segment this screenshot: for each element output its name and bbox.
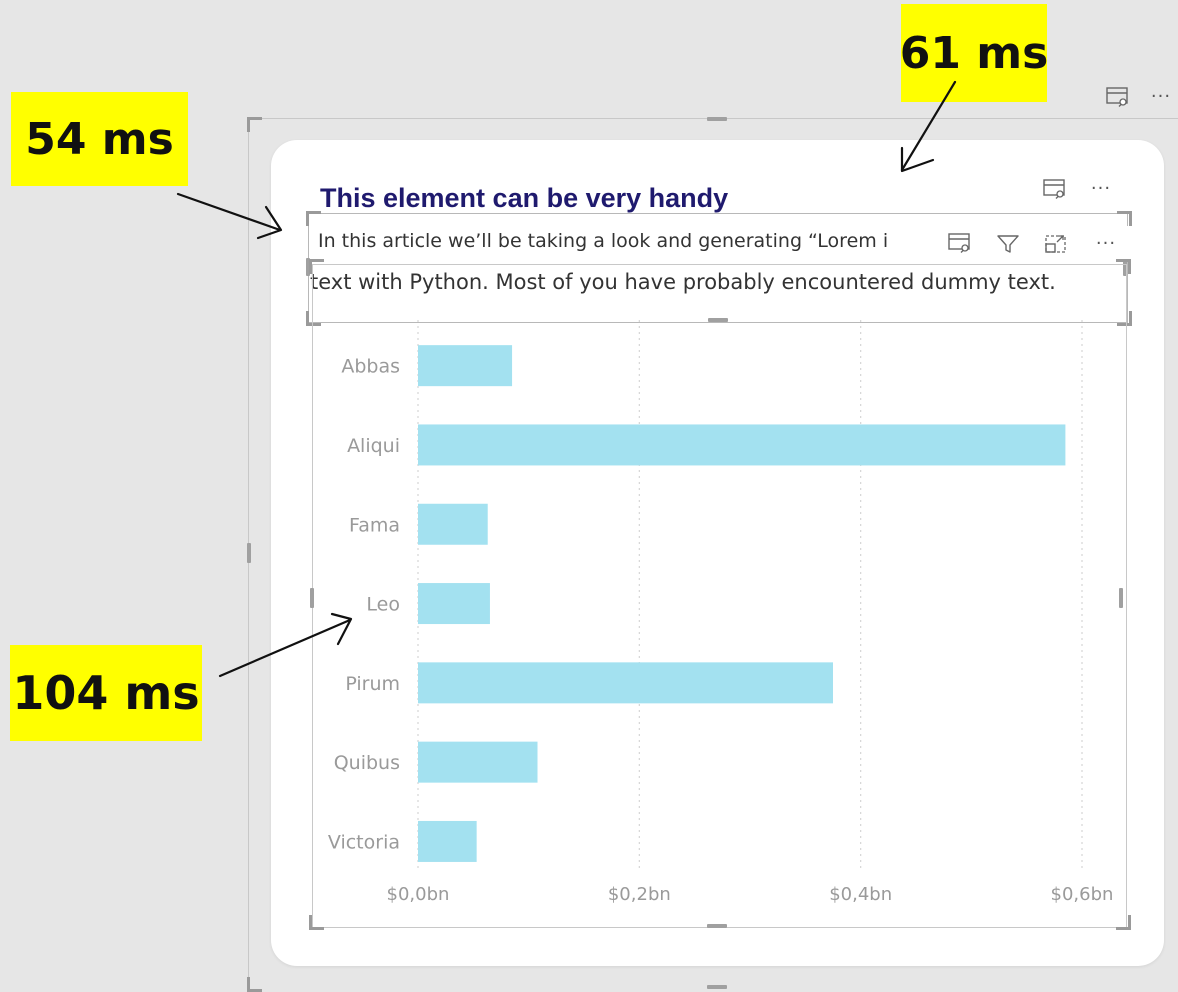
- arrow-54ms: [176, 192, 282, 232]
- callout-arrows: [176, 80, 957, 678]
- arrow-104ms: [218, 618, 352, 678]
- arrow-104ms-head: [330, 612, 353, 646]
- arrow-61ms-head: [900, 146, 935, 173]
- arrow-61ms: [900, 80, 957, 172]
